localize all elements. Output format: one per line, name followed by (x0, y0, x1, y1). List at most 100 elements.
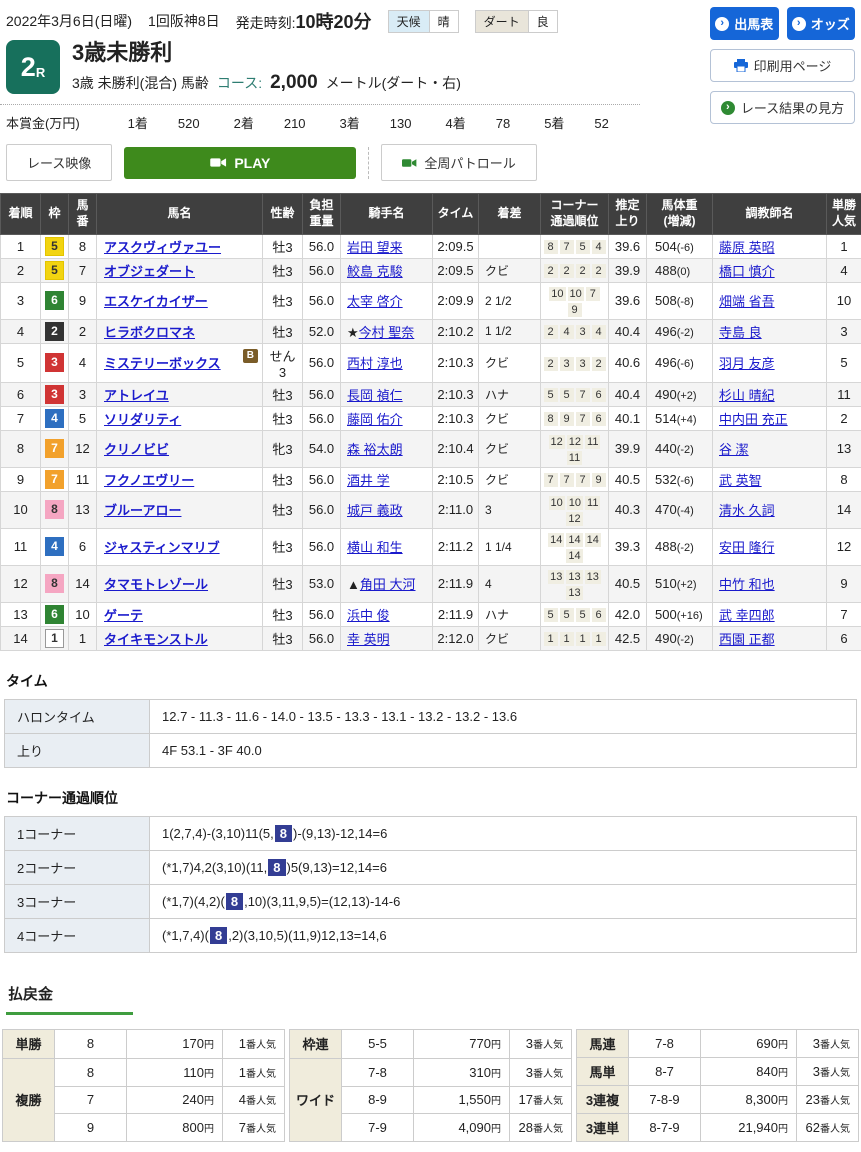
payout-popularity: 23番人気 (797, 1085, 859, 1113)
header-actions: › 出馬表 › オッズ 印刷用ページ › レース結果の見方 (710, 7, 855, 124)
jockey-link[interactable]: 今村 聖奈 (359, 325, 415, 340)
jockey-link[interactable]: 太宰 啓介 (347, 294, 403, 309)
horse-name-link[interactable]: フクノエヴリー (104, 473, 194, 488)
horse-name-cell: タマモトレゾール (97, 565, 263, 602)
jockey-link[interactable]: 浜中 俊 (347, 608, 390, 623)
odds-button[interactable]: › オッズ (787, 7, 856, 40)
corner-chip: 13 (548, 570, 564, 584)
last-3f: 40.6 (609, 343, 647, 382)
body-weight: 510(+2) (647, 565, 713, 602)
finish-time: 2:10.3 (433, 343, 479, 382)
result-guide-button[interactable]: › レース結果の見方 (710, 91, 855, 124)
trainer-link[interactable]: 安田 隆行 (719, 540, 775, 555)
race-video-label: レース映像 (27, 153, 91, 172)
corner-passing-cell: 7779 (541, 467, 609, 491)
trainer-link[interactable]: 西園 正都 (719, 632, 775, 647)
horse-name-link[interactable]: ソリダリティ (104, 412, 181, 427)
horse-name-link[interactable]: ブルーアロー (104, 503, 181, 518)
horse-name-link[interactable]: オブジェダート (104, 264, 195, 279)
finish-time: 2:11.2 (433, 528, 479, 565)
horse-name-link[interactable]: ヒラボクロマネ (104, 325, 195, 340)
payout-table: 単勝8170円1番人気複勝8110円1番人気7240円4番人気9800円7番人気 (2, 1029, 285, 1142)
horse-number: 3 (69, 382, 97, 406)
frame-number: 8 (45, 500, 64, 519)
corner-chip: 8 (544, 412, 558, 426)
jockey-link[interactable]: 森 裕太朗 (347, 442, 403, 457)
jockey-link[interactable]: 西村 淳也 (347, 356, 403, 371)
corner-chip: 4 (592, 240, 606, 254)
horse-number: 11 (69, 467, 97, 491)
trainer-link[interactable]: 羽月 友彦 (719, 356, 775, 371)
last-3f: 40.1 (609, 406, 647, 430)
horse-name-link[interactable]: タマモトレゾール (104, 577, 208, 592)
horse-name-link[interactable]: ゲーテ (104, 608, 143, 623)
trainer-link[interactable]: 中竹 和也 (719, 577, 775, 592)
horse-name-link[interactable]: アトレイユ (104, 388, 169, 403)
corner-row-label: 4コーナー (5, 918, 150, 952)
load-weight: 52.0 (303, 319, 341, 343)
corner-chip: 5 (560, 388, 574, 402)
finish-time: 2:10.2 (433, 319, 479, 343)
entries-button[interactable]: › 出馬表 (710, 7, 779, 40)
jockey-link[interactable]: 長岡 禎仁 (347, 388, 403, 403)
win-popularity: 9 (827, 565, 861, 602)
yen-unit: 円 (778, 1124, 788, 1135)
jockey-link[interactable]: 鮫島 克駿 (347, 264, 403, 279)
trainer-link[interactable]: 中内田 充正 (719, 412, 788, 427)
result-row: 369エスケイカイザー牡356.0太宰 啓介2:09.92 1/21010793… (1, 282, 861, 319)
margin: 2 1/2 (479, 282, 541, 319)
jockey-link[interactable]: 城戸 義政 (347, 503, 403, 518)
play-button[interactable]: PLAY (124, 147, 356, 179)
horse-name-link[interactable]: ミステリーボックス (104, 356, 221, 371)
horse-name-cell: ジャスティンマリブ (97, 528, 263, 565)
jockey-cell: 西村 淳也 (341, 343, 433, 382)
horse-name-link[interactable]: ジャスティンマリブ (104, 540, 220, 555)
jockey-link[interactable]: 藤岡 佑介 (347, 412, 403, 427)
horse-name-link[interactable]: エスケイカイザー (104, 294, 208, 309)
prize-rank: 2着 (234, 113, 254, 132)
jockey-link[interactable]: 横山 和生 (347, 540, 403, 555)
trainer-cell: 中竹 和也 (713, 565, 827, 602)
trainer-link[interactable]: 藤原 英昭 (719, 240, 775, 255)
payout-popularity: 3番人気 (797, 1057, 859, 1085)
jockey-link[interactable]: 酒井 学 (347, 473, 390, 488)
course-distance: 2,000 (270, 72, 318, 94)
body-weight: 496(-6) (647, 343, 713, 382)
horse-number: 9 (69, 282, 97, 319)
trainer-cell: 橋口 慎介 (713, 258, 827, 282)
payout-combination: 7-8-9 (629, 1085, 701, 1113)
trainer-link[interactable]: 武 幸四郎 (719, 608, 775, 623)
prize-value: 78 (496, 116, 510, 131)
race-video-button[interactable]: レース映像 (6, 144, 112, 181)
jockey-link[interactable]: 岩田 望来 (347, 240, 403, 255)
time-row: ハロンタイム12.7 - 11.3 - 11.6 - 14.0 - 13.5 -… (5, 699, 857, 733)
trainer-link[interactable]: 清水 久詞 (719, 503, 775, 518)
trainer-link[interactable]: 寺島 良 (719, 325, 762, 340)
horse-name-link[interactable]: アスクヴィヴァユー (104, 240, 221, 255)
horse-name-link[interactable]: タイキモンストル (104, 632, 208, 647)
trainer-link[interactable]: 武 英智 (719, 473, 762, 488)
trainer-link[interactable]: 谷 潔 (719, 442, 749, 457)
print-page-button[interactable]: 印刷用ページ (710, 49, 855, 82)
body-weight: 508(-8) (647, 282, 713, 319)
corner-chip: 7 (560, 473, 574, 487)
payout-row: 馬連7-8690円3番人気 (577, 1029, 859, 1057)
jockey-link[interactable]: 角田 大河 (360, 577, 416, 592)
trainer-link[interactable]: 畑端 省吾 (719, 294, 775, 309)
trainer-link[interactable]: 橋口 慎介 (719, 264, 775, 279)
win-popularity: 7 (827, 602, 861, 626)
time-row-value: 4F 53.1 - 3F 40.0 (150, 733, 857, 767)
frame-cell: 2 (41, 319, 69, 343)
corner-chip: 7 (586, 287, 600, 301)
corner-chip: 3 (576, 325, 590, 339)
payout-combination: 7-8 (629, 1029, 701, 1057)
patrol-video-button[interactable]: 全周パトロール (381, 144, 536, 181)
sex-age: 牡3 (263, 602, 303, 626)
trainer-link[interactable]: 杉山 晴紀 (719, 388, 775, 403)
horse-name-cell: オブジェダート (97, 258, 263, 282)
horse-name-link[interactable]: クリノビビ (104, 442, 169, 457)
jockey-link[interactable]: 幸 英明 (347, 632, 390, 647)
corner-chip: 5 (576, 608, 590, 622)
payout-popularity: 3番人気 (797, 1029, 859, 1057)
corner-chip: 2 (592, 264, 606, 278)
